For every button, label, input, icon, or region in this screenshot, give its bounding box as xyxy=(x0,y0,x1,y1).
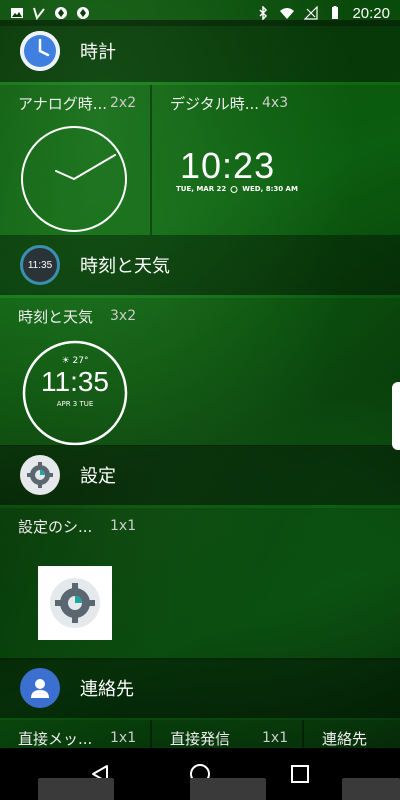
widget-title: アナログ時... xyxy=(18,95,108,113)
digital-time: 10:23 xyxy=(180,145,276,186)
wifi-icon xyxy=(280,8,295,19)
battery-icon xyxy=(332,6,339,19)
app-name-clock: 時計 xyxy=(80,42,116,63)
recents-icon[interactable] xyxy=(289,763,311,785)
scroll-handle[interactable] xyxy=(392,382,400,450)
image-icon xyxy=(11,8,23,18)
diamond-icon xyxy=(77,7,89,19)
contacts-app-icon xyxy=(20,668,60,708)
time-weather-icon-time: 11:35 xyxy=(27,259,53,271)
widget-title: 連絡先 xyxy=(322,730,368,748)
widget-size: 1x1 xyxy=(110,730,137,746)
app-name-contacts: 連絡先 xyxy=(80,679,134,700)
digital-alarm: WED, 8:30 AM xyxy=(242,185,298,193)
widget-row-settings: 設定のシ... 1x1 xyxy=(0,508,400,660)
widget-title: 直接メッ... xyxy=(18,730,93,748)
widget-direct-dial[interactable]: 直接発信 1x1 xyxy=(152,720,302,750)
settings-gear-icon xyxy=(50,578,100,628)
settings-shortcut-preview xyxy=(38,566,112,640)
no-signal-icon xyxy=(304,6,319,20)
widget-size: 2x2 xyxy=(110,95,137,111)
checkmark-icon xyxy=(33,7,45,20)
status-time: 20:20 xyxy=(352,4,390,22)
alarm-icon xyxy=(230,186,238,193)
app-name-time-weather: 時刻と天気 xyxy=(80,256,170,277)
drag-tab xyxy=(342,778,400,800)
settings-app-icon xyxy=(20,455,60,495)
bluetooth-icon xyxy=(259,6,268,20)
widget-row-contacts: 直接メッ... 1x1 直接発信 1x1 連絡先 xyxy=(0,720,400,750)
app-header-settings: 設定 xyxy=(0,445,400,505)
sun-icon: ☀ xyxy=(61,356,70,366)
app-header-time-weather: 11:35 時刻と天気 xyxy=(0,235,400,295)
app-name-settings: 設定 xyxy=(80,466,116,487)
time-weather-content: ☀ 27° 11:35 APR 3 TUE xyxy=(22,356,128,408)
diamond-icon xyxy=(55,7,67,19)
widget-time-weather[interactable]: 時刻と天気 3x2 ☀ 27° 11:35 APR 3 TUE xyxy=(0,298,150,446)
clock-app-icon xyxy=(20,31,60,71)
digital-date-row: TUE, MAR 22 WED, 8:30 AM xyxy=(176,185,298,193)
weather-temp: 27° xyxy=(72,356,89,366)
weather-date: APR 3 TUE xyxy=(56,400,94,408)
widget-title: 時刻と天気 xyxy=(18,308,94,326)
digital-date: TUE, MAR 22 xyxy=(176,185,227,193)
widget-title: 設定のシ... xyxy=(18,518,93,536)
widget-size: 1x1 xyxy=(262,730,289,746)
widget-direct-message[interactable]: 直接メッ... 1x1 xyxy=(0,720,150,750)
weather-row: ☀ 27° xyxy=(22,356,128,366)
widget-analog-clock[interactable]: アナログ時... 2x2 xyxy=(0,85,150,235)
widget-title: デジタル時... xyxy=(170,95,260,113)
analog-clock-preview xyxy=(21,126,127,232)
widget-title: 直接発信 xyxy=(170,730,231,748)
widget-contact[interactable]: 連絡先 xyxy=(304,720,400,750)
weather-time: 11:35 xyxy=(41,366,109,397)
widget-digital-clock[interactable]: デジタル時... 4x3 10:23 TUE, MAR 22 WED, 8:30… xyxy=(152,85,400,235)
widget-size: 4x3 xyxy=(262,95,289,111)
drag-tab xyxy=(38,778,114,800)
widget-row-time-weather: 時刻と天気 3x2 ☀ 27° 11:35 APR 3 TUE xyxy=(0,298,400,446)
widget-settings-shortcut[interactable]: 設定のシ... 1x1 xyxy=(0,508,150,660)
app-header-clock: 時計 xyxy=(0,20,400,82)
widget-size: 3x2 xyxy=(110,308,137,324)
widget-row-clock: アナログ時... 2x2 デジタル時... 4x3 10:23 TUE, MAR… xyxy=(0,85,400,235)
time-weather-app-icon: 11:35 xyxy=(20,245,60,285)
status-bar: 20:20 xyxy=(0,0,400,26)
app-header-contacts: 連絡先 xyxy=(0,658,400,718)
drag-tab xyxy=(190,778,266,800)
widget-size: 1x1 xyxy=(110,518,137,534)
